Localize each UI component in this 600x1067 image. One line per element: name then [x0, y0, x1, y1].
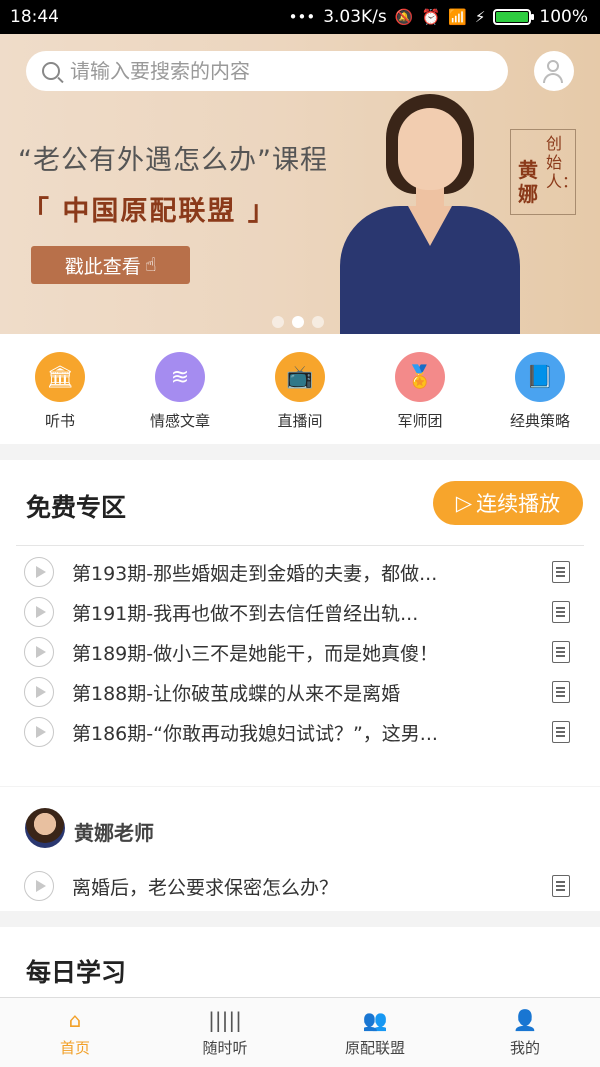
document-icon[interactable]: [552, 681, 570, 703]
tab-listen[interactable]: ||||| 随时听: [150, 998, 300, 1067]
banner-carousel[interactable]: “老公有外遇怎么办”课程 「 中国原配联盟 」 戳此查看 ☝ 黄娜 创始人：: [0, 34, 600, 334]
teacher-section: 黄娜老师 离婚后，老公要求保密怎么办？: [0, 787, 600, 911]
category-live-room[interactable]: 📺 直播间: [240, 334, 360, 444]
search-input[interactable]: [70, 59, 470, 83]
carousel-dot-active[interactable]: [292, 316, 304, 328]
play-icon[interactable]: [24, 717, 54, 747]
battery-icon: [493, 9, 535, 25]
list-item[interactable]: 第188期-让你破茧成蝶的从来不是离婚: [24, 672, 584, 712]
status-time: 18:44: [10, 7, 59, 27]
document-icon[interactable]: [552, 641, 570, 663]
carousel-dot[interactable]: [272, 316, 284, 328]
play-icon[interactable]: [24, 637, 54, 667]
section-title: 每日学习: [26, 958, 127, 987]
document-icon[interactable]: [552, 601, 570, 623]
avatar[interactable]: [25, 808, 65, 848]
play-icon[interactable]: [24, 677, 54, 707]
list-item[interactable]: 第193期-那些婚姻走到金婚的夫妻，都做...: [24, 552, 584, 592]
wifi-icon: 📶: [448, 7, 467, 26]
award-icon: 🏅: [395, 352, 445, 402]
play-all-button[interactable]: ▷ 连续播放: [433, 481, 583, 525]
free-zone-section: 免费专区 ▷ 连续播放 第193期-那些婚姻走到金婚的夫妻，都做... 第191…: [0, 460, 600, 786]
audio-wave-icon: |||||: [208, 1008, 242, 1032]
user-icon: [547, 60, 559, 72]
play-icon[interactable]: [24, 871, 54, 901]
more-dots-icon: •••: [288, 7, 316, 26]
person-icon: 👤: [512, 1008, 538, 1032]
user-profile-button[interactable]: [534, 51, 574, 91]
search-bar[interactable]: [26, 51, 508, 91]
list-item[interactable]: 第189期-做小三不是她能干，而是她真傻！: [24, 632, 584, 672]
founder-name: 黄娜: [518, 158, 538, 206]
category-shortcuts: 🏛 听书 ≋ 情感文章 📺 直播间 🏅 军师团 📘 经典策略: [0, 334, 600, 444]
banner-headline: “老公有外遇怎么办”课程: [18, 145, 328, 176]
list-item[interactable]: 第186期-“你敢再动我媳妇试试？”，这男...: [24, 712, 584, 752]
play-icon[interactable]: [24, 597, 54, 627]
tab-home[interactable]: ⌂ 首页: [0, 998, 150, 1067]
bank-icon: 🏛: [35, 352, 85, 402]
founder-title: 创始人：: [546, 134, 579, 191]
status-bar: 18:44 ••• 3.03K/s 🔕 ⏰ 📶 ⚡ 100%: [0, 0, 600, 34]
book-icon: 📘: [515, 352, 565, 402]
banner-brand: 「 中国原配联盟 」: [22, 196, 277, 227]
category-strategies[interactable]: 📘 经典策略: [480, 334, 600, 444]
category-advisors[interactable]: 🏅 军师团: [360, 334, 480, 444]
list-item[interactable]: 离婚后，老公要求保密怎么办？: [24, 866, 584, 906]
divider: [16, 545, 584, 546]
founder-photo: [340, 94, 520, 334]
carousel-dot[interactable]: [312, 316, 324, 328]
search-icon: [42, 62, 60, 80]
tab-alliance[interactable]: 👥 原配联盟: [300, 998, 450, 1067]
alarm-icon: ⏰: [421, 7, 441, 26]
teacher-name[interactable]: 黄娜老师: [74, 817, 154, 846]
home-icon: ⌂: [68, 1008, 82, 1032]
layers-icon: ≋: [155, 352, 205, 402]
play-outline-icon: ▷: [455, 491, 473, 515]
bottom-tab-bar: ⌂ 首页 ||||| 随时听 👥 原配联盟 👤 我的: [0, 997, 600, 1067]
tap-hand-icon: ☝: [144, 254, 157, 276]
tab-mine[interactable]: 👤 我的: [450, 998, 600, 1067]
group-icon: 👥: [362, 1008, 388, 1032]
carousel-indicator: [272, 316, 324, 328]
mute-icon: 🔕: [394, 7, 414, 26]
document-icon[interactable]: [552, 875, 570, 897]
view-now-button[interactable]: 戳此查看 ☝: [31, 246, 190, 284]
document-icon[interactable]: [552, 561, 570, 583]
charging-icon: ⚡: [474, 7, 486, 26]
category-listen-book[interactable]: 🏛 听书: [0, 334, 120, 444]
document-icon[interactable]: [552, 721, 570, 743]
category-articles[interactable]: ≋ 情感文章: [120, 334, 240, 444]
section-title: 免费专区: [26, 493, 127, 522]
tv-icon: 📺: [275, 352, 325, 402]
network-speed: 3.03K/s: [323, 7, 387, 27]
daily-learning-section: 每日学习: [0, 927, 600, 997]
battery-percent: 100%: [539, 7, 588, 27]
list-item[interactable]: 第191期-我再也做不到去信任曾经出轨...: [24, 592, 584, 632]
play-icon[interactable]: [24, 557, 54, 587]
